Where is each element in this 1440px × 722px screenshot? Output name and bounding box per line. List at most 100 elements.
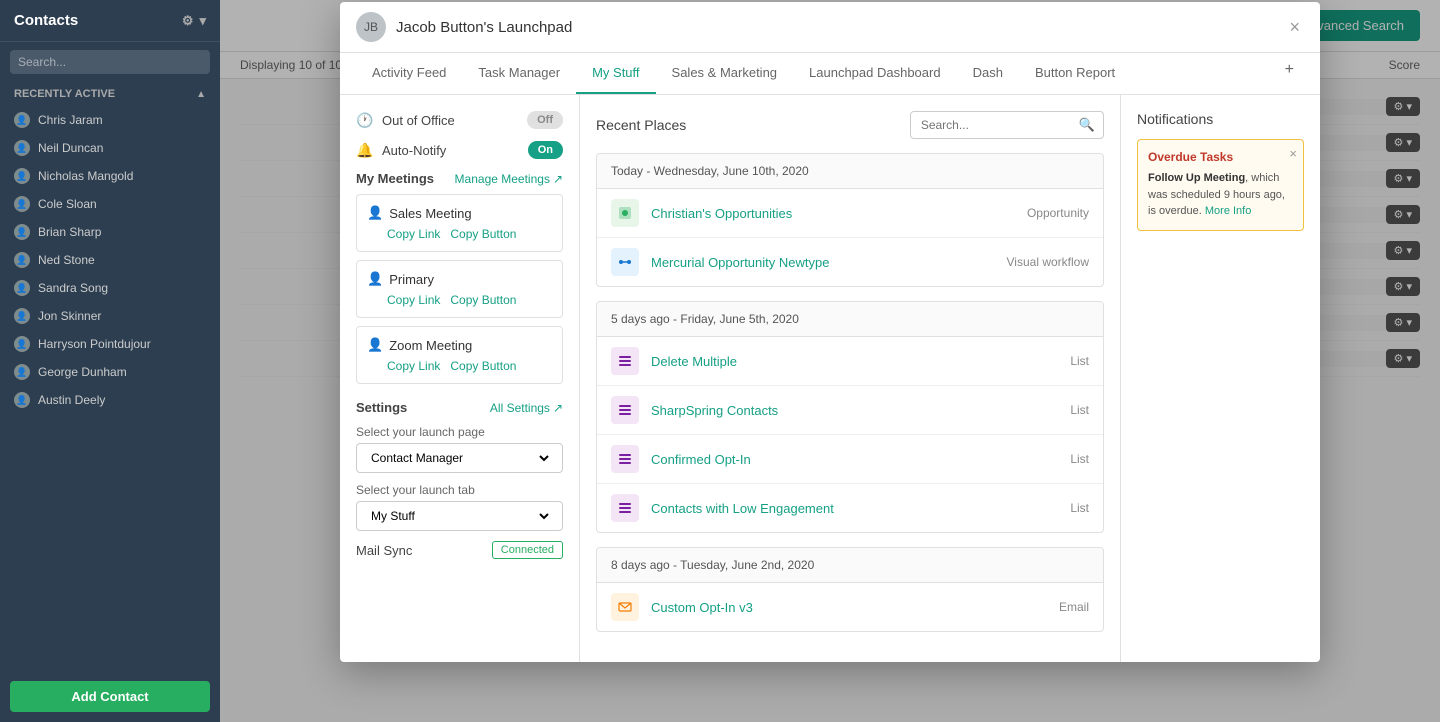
- notification-card: × Overdue Tasks Follow Up Meeting, which…: [1137, 139, 1304, 231]
- avatar: 👤: [14, 196, 30, 212]
- meeting-name: 👤 Sales Meeting: [367, 205, 552, 221]
- out-of-office-label: Out of Office: [382, 113, 519, 128]
- bell-icon: 🔔: [356, 142, 374, 159]
- left-panel: 🕐 Out of Office Off 🔔 Auto-Notify On: [340, 95, 580, 662]
- my-meetings-title: My Meetings: [356, 171, 434, 186]
- launch-page-select[interactable]: Contact Manager: [367, 450, 552, 466]
- date-group-card: Today - Wednesday, June 10th, 2020 Chris…: [596, 153, 1104, 287]
- launch-tab-dropdown[interactable]: My Stuff: [356, 501, 563, 531]
- launch-page-label: Select your launch page: [356, 425, 563, 439]
- date-group-card: 5 days ago - Friday, June 5th, 2020 Dele…: [596, 301, 1104, 533]
- tab-sales-marketing[interactable]: Sales & Marketing: [656, 53, 794, 94]
- list-item[interactable]: 👤 Neil Duncan: [0, 134, 220, 162]
- search-icon[interactable]: 🔍: [1071, 112, 1103, 138]
- date-group-today: Today - Wednesday, June 10th, 2020 Chris…: [596, 153, 1104, 287]
- sidebar-search-wrapper: [0, 42, 220, 82]
- place-item: Christian's Opportunities Opportunity: [597, 189, 1103, 238]
- date-header: 8 days ago - Tuesday, June 2nd, 2020: [597, 548, 1103, 583]
- launch-tab-select[interactable]: My Stuff: [367, 508, 552, 524]
- contact-name: Jon Skinner: [38, 309, 101, 323]
- out-of-office-toggle[interactable]: Off: [527, 111, 563, 129]
- person-icon: 👤: [367, 205, 383, 221]
- date-header: 5 days ago - Friday, June 5th, 2020: [597, 302, 1103, 337]
- list-item[interactable]: 👤 Ned Stone: [0, 246, 220, 274]
- tab-activity-feed[interactable]: Activity Feed: [356, 53, 462, 94]
- settings-title: Settings: [356, 400, 407, 415]
- external-link-icon: ↗: [553, 401, 563, 415]
- avatar: 👤: [14, 224, 30, 240]
- date-group-5days: 5 days ago - Friday, June 5th, 2020 Dele…: [596, 301, 1104, 533]
- gear-icon[interactable]: ⚙: [182, 13, 194, 29]
- place-type: Visual workflow: [1007, 255, 1089, 269]
- sidebar-search-input[interactable]: [10, 50, 210, 74]
- meeting-card-sales: 👤 Sales Meeting Copy Link Copy Button: [356, 194, 563, 252]
- main-content: ⚙ ▾ Advanced Search Displaying 10 of 10 …: [220, 0, 1440, 722]
- recently-active-arrow[interactable]: ▲: [196, 89, 206, 100]
- out-of-office-toggle-button[interactable]: Off: [527, 111, 563, 129]
- add-tab-button[interactable]: +: [1275, 53, 1304, 94]
- tab-launchpad-dashboard[interactable]: Launchpad Dashboard: [793, 53, 957, 94]
- launch-page-dropdown[interactable]: Contact Manager: [356, 443, 563, 473]
- my-meetings-header: My Meetings Manage Meetings ↗: [356, 171, 563, 186]
- list-item[interactable]: 👤 George Dunham: [0, 358, 220, 386]
- place-type: List: [1070, 501, 1089, 515]
- modal-overlay: JB Jacob Button's Launchpad × Activity F…: [220, 0, 1440, 722]
- copy-button-button[interactable]: Copy Button: [450, 293, 516, 307]
- list-icon: [611, 396, 639, 424]
- auto-notify-label: Auto-Notify: [382, 143, 520, 158]
- manage-meetings-link[interactable]: Manage Meetings ↗: [455, 172, 563, 186]
- contact-name: George Dunham: [38, 365, 127, 379]
- auto-notify-toggle[interactable]: On: [528, 141, 563, 159]
- list-item[interactable]: 👤 Harryson Pointdujour: [0, 330, 220, 358]
- place-name-link[interactable]: Contacts with Low Engagement: [651, 501, 1058, 516]
- list-item[interactable]: 👤 Cole Sloan: [0, 190, 220, 218]
- list-item[interactable]: 👤 Nicholas Mangold: [0, 162, 220, 190]
- list-item[interactable]: 👤 Austin Deely: [0, 386, 220, 414]
- avatar: 👤: [14, 140, 30, 156]
- tab-dash[interactable]: Dash: [957, 53, 1019, 94]
- sidebar-header-icons[interactable]: ⚙ ▾: [182, 13, 206, 29]
- contact-name: Sandra Song: [38, 281, 108, 295]
- place-name-link[interactable]: Confirmed Opt-In: [651, 452, 1058, 467]
- avatar: JB: [356, 12, 386, 42]
- copy-link-button[interactable]: Copy Link: [387, 359, 440, 373]
- place-item: Mercurial Opportunity Newtype Visual wor…: [597, 238, 1103, 286]
- place-name-link[interactable]: Christian's Opportunities: [651, 206, 1015, 221]
- add-contact-button[interactable]: Add Contact: [10, 681, 210, 712]
- recently-active-label: RECENTLY ACTIVE: [14, 88, 115, 100]
- copy-link-button[interactable]: Copy Link: [387, 293, 440, 307]
- tab-my-stuff[interactable]: My Stuff: [576, 53, 655, 94]
- place-item: Delete Multiple List: [597, 337, 1103, 386]
- list-item[interactable]: 👤 Jon Skinner: [0, 302, 220, 330]
- auto-notify-row: 🔔 Auto-Notify On: [356, 141, 563, 159]
- modal-close-button[interactable]: ×: [1285, 17, 1304, 38]
- avatar: 👤: [14, 168, 30, 184]
- place-name-link[interactable]: Mercurial Opportunity Newtype: [651, 255, 995, 270]
- email-icon: [611, 593, 639, 621]
- place-name-link[interactable]: SharpSpring Contacts: [651, 403, 1058, 418]
- meeting-card-zoom: 👤 Zoom Meeting Copy Link Copy Button: [356, 326, 563, 384]
- mail-sync-row: Mail Sync Connected: [356, 541, 563, 559]
- list-item[interactable]: 👤 Chris Jaram: [0, 106, 220, 134]
- place-name-link[interactable]: Custom Opt-In v3: [651, 600, 1047, 615]
- notification-close-button[interactable]: ×: [1289, 146, 1297, 161]
- list-item[interactable]: 👤 Sandra Song: [0, 274, 220, 302]
- list-icon: [611, 445, 639, 473]
- tab-button-report[interactable]: Button Report: [1019, 53, 1131, 94]
- place-item: SharpSpring Contacts List: [597, 386, 1103, 435]
- all-settings-link[interactable]: All Settings ↗: [490, 401, 563, 415]
- recent-places-search-input[interactable]: [911, 113, 1071, 137]
- copy-link-button[interactable]: Copy Link: [387, 227, 440, 241]
- chevron-down-icon[interactable]: ▾: [199, 13, 206, 29]
- copy-button-button[interactable]: Copy Button: [450, 227, 516, 241]
- external-link-icon: ↗: [553, 172, 563, 186]
- copy-button-button[interactable]: Copy Button: [450, 359, 516, 373]
- meeting-name: 👤 Zoom Meeting: [367, 337, 552, 353]
- notification-title: Overdue Tasks: [1148, 150, 1293, 164]
- place-name-link[interactable]: Delete Multiple: [651, 354, 1058, 369]
- more-info-link[interactable]: More Info: [1205, 205, 1251, 217]
- list-item[interactable]: 👤 Brian Sharp: [0, 218, 220, 246]
- auto-notify-toggle-button[interactable]: On: [528, 141, 563, 159]
- contact-name: Harryson Pointdujour: [38, 337, 151, 351]
- tab-task-manager[interactable]: Task Manager: [462, 53, 576, 94]
